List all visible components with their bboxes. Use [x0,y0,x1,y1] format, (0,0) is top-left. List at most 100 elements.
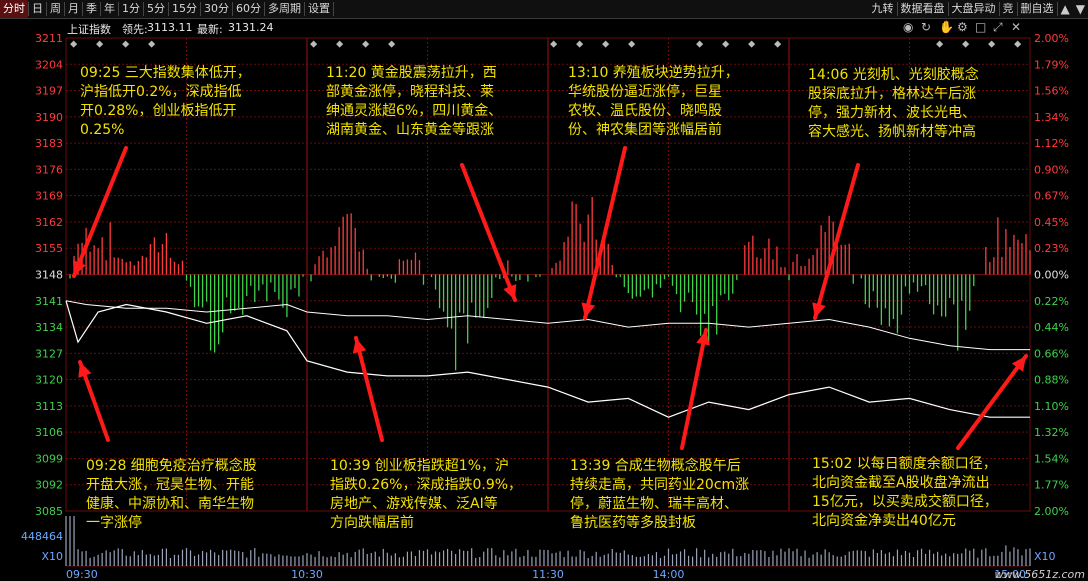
y-tick-label: 3190 [35,111,63,124]
arrow-1339-head [696,330,710,346]
volume-label: 448464 [21,530,63,543]
y-pct-tick-label: 1.32% [1034,426,1069,439]
y-tick-label: 3148 [35,269,63,282]
x-tick-label: 10:30 [291,568,323,581]
annotation-line: 14:06 光刻机、光刻胶概念 [808,67,979,83]
annotation-line: 15:02 以每日额度余额口径， [812,456,997,472]
annotation-line: 15亿元，以买卖成交额口径， [812,494,998,510]
y-pct-tick-label: 0.67% [1034,190,1069,203]
event-marker-icon [576,40,584,48]
y-pct-tick-label: 1.79% [1034,58,1069,71]
y-pct-tick-label: 0.00% [1034,269,1069,282]
y-tick-label: 3197 [35,85,63,98]
arrow-0928-head [78,362,92,378]
arrow-1502 [956,354,1028,450]
annotation-line: 指跌0.26%，深成指跌0.9%， [330,477,523,493]
y-tick-label: 3106 [35,426,63,439]
y-pct-tick-label: 1.54% [1034,452,1069,465]
annotation-line: 北向资金截至A股收盘净流出 [812,475,990,491]
event-marker-icon [122,40,130,48]
event-marker-icon [722,40,730,48]
annotation-line: 开0.28%，创业板指低开 [80,103,237,119]
annotation-line: 一字涨停 [86,515,142,531]
y-pct-tick-label: 0.44% [1034,321,1069,334]
y-tick-label: 3113 [35,400,63,413]
annotation-0928: 09:28 细胞免疫治疗概念股 开盘大涨，冠昊生物、开能 健康、中源协和、南华生物一… [86,457,257,533]
annotation-line: 11:20 黄金股震荡拉升，西 [326,65,497,81]
y-pct-tick-label: 1.77% [1034,479,1069,492]
x-tick-label: 09:30 [66,568,98,581]
annotation-line: 13:10 养殖板块逆势拉升， [568,65,739,81]
annotation-line: 方向跌幅居前 [330,515,414,531]
event-marker-icon [362,40,370,48]
y-pct-tick-label: 0.22% [1034,295,1069,308]
annotation-0925: 09:25 三大指数集体低开， 沪指低开0.2%，深成指低 开0.28%，创业板指低… [80,64,251,140]
event-marker-icon [696,40,704,48]
annotation-line: 09:28 细胞免疫治疗概念股 [86,458,257,474]
y-tick-label: 3169 [35,190,63,203]
y-pct-tick-label: 0.23% [1034,242,1069,255]
annotation-line: 份、神农集团等涨幅居前 [568,122,722,138]
event-marker-icon [550,40,558,48]
y-tick-label: 3162 [35,216,63,229]
annotation-1310: 13:10 养殖板块逆势拉升， 华统股份逼近涨停，巨星 农牧、温氏股份、晓鸣股 份、神… [568,64,739,140]
event-marker-icon [936,40,944,48]
event-marker-icon [336,40,344,48]
annotation-line: 华统股份逼近涨停，巨星 [568,84,722,100]
y-pct-tick-label: 0.90% [1034,163,1069,176]
annotation-line: 股探底拉升，格林达午后涨 [808,86,976,102]
y-tick-label: 3183 [35,137,63,150]
annotation-line: 绅通灵涨超6%，四川黄金、 [326,103,503,119]
annotation-line: 停，蔚蓝生物、瑞丰高材、 [570,496,738,512]
y-tick-label: 3120 [35,374,63,387]
event-marker-icon [602,40,610,48]
event-marker-icon [628,40,636,48]
y-pct-tick-label: 2.00% [1034,505,1069,518]
event-marker-icon [310,40,318,48]
annotation-line: 部黄金涨停，晓程科技、莱 [326,84,494,100]
y-tick-label: 3155 [35,242,63,255]
y-tick-label: 3134 [35,321,63,334]
y-pct-tick-label: 1.12% [1034,137,1069,150]
annotation-1120: 11:20 黄金股震荡拉升，西 部黄金涨停，晓程科技、莱 绅通灵涨超6%，四川黄金、… [326,64,502,140]
y-tick-label: 3204 [35,58,63,71]
arrow-1339 [680,328,708,450]
annotation-1502: 15:02 以每日额度余额口径， 北向资金截至A股收盘净流出 15亿元，以买卖成交额… [812,455,998,531]
event-marker-icon [774,40,782,48]
annotation-line: 健康、中源协和、南华生物 [86,496,254,512]
y-tick-label: 3099 [35,452,63,465]
y-pct-tick-label: 1.34% [1034,111,1069,124]
event-marker-icon [962,40,970,48]
y-pct-tick-label: 0.66% [1034,347,1069,360]
event-marker-icon [1014,40,1022,48]
multiplier-right: X10 [1034,550,1056,563]
annotation-line: 停，强力新材、波长光电、 [808,105,976,121]
annotation-line: 持续走高，共同药业20cm涨 [570,477,750,493]
event-marker-icon [148,40,156,48]
y-tick-label: 3127 [35,347,63,360]
y-pct-tick-label: 0.45% [1034,216,1069,229]
annotation-line: 开盘大涨，冠昊生物、开能 [86,477,254,493]
y-tick-label: 3141 [35,295,63,308]
annotation-line: 北向资金净卖出40亿元 [812,513,956,529]
y-pct-tick-label: 2.00% [1034,32,1069,45]
annotation-line: 农牧、温氏股份、晓鸣股 [568,103,722,119]
y-pct-tick-label: 1.56% [1034,85,1069,98]
annotation-line: 容大感光、扬帆新材等冲高 [808,124,976,140]
arrow-1310 [583,146,627,320]
multiplier-left: X10 [41,550,63,563]
event-marker-icon [96,40,104,48]
annotation-line: 09:25 三大指数集体低开， [80,65,251,81]
annotation-line: 房地产、游戏传媒、泛AI等 [330,496,498,512]
y-pct-tick-label: 0.88% [1034,374,1069,387]
y-pct-tick-label: 1.10% [1034,400,1069,413]
event-marker-icon [70,40,78,48]
annotation-1039: 10:39 创业板指跌超1%，沪 指跌0.26%，深成指跌0.9%， 房地产、游戏传… [330,457,522,533]
annotation-line: 0.25% [80,122,125,138]
annotation-1406: 14:06 光刻机、光刻胶概念 股探底拉升，格林达午后涨 停，强力新材、波长光电、容… [808,66,979,142]
annotation-line: 沪指低开0.2%，深成指低 [80,84,242,100]
event-marker-icon [388,40,396,48]
y-tick-label: 3092 [35,479,63,492]
annotation-line: 鲁抗医药等多股封板 [570,515,696,531]
y-tick-label: 3085 [35,505,63,518]
